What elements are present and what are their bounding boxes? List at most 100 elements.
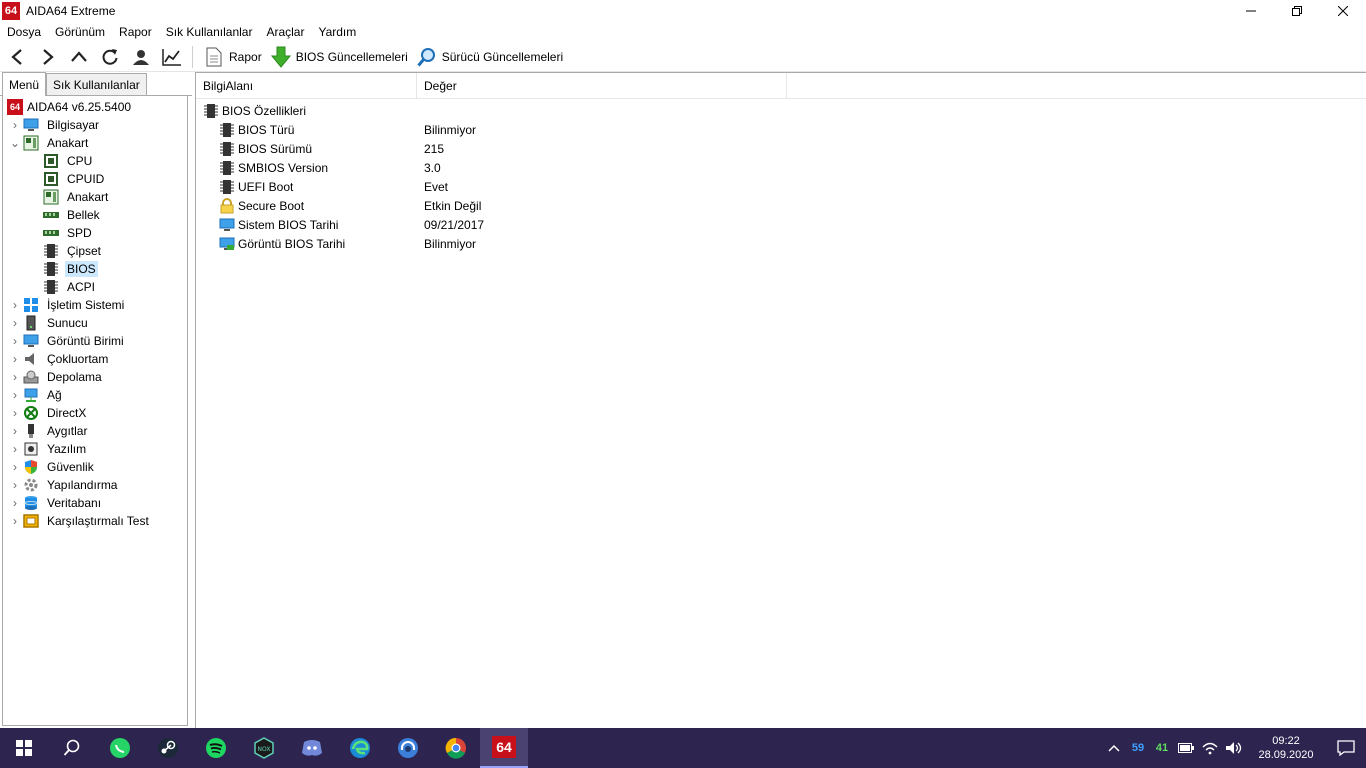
start-button[interactable] bbox=[0, 728, 48, 768]
tree-item-computer[interactable]: › Bilgisayar bbox=[3, 116, 187, 134]
notifications-button[interactable] bbox=[1326, 728, 1366, 768]
tree-item-network[interactable]: › Ağ bbox=[3, 386, 187, 404]
search-button[interactable] bbox=[48, 728, 96, 768]
menu-report[interactable]: Rapor bbox=[112, 25, 159, 39]
taskbar-nox[interactable]: NOX bbox=[240, 728, 288, 768]
collapse-chevron-icon[interactable]: ⌄ bbox=[7, 134, 23, 152]
tray-clock[interactable]: 09:22 28.09.2020 bbox=[1246, 734, 1326, 762]
column-header-field[interactable]: BilgiAlanı bbox=[196, 72, 417, 99]
taskbar-spotify[interactable] bbox=[192, 728, 240, 768]
expand-chevron-icon[interactable]: › bbox=[7, 476, 23, 494]
expand-chevron-icon[interactable]: › bbox=[7, 314, 23, 332]
tree-item-motherboard[interactable]: ⌄ Anakart bbox=[3, 134, 187, 152]
taskbar-edge[interactable] bbox=[336, 728, 384, 768]
tree-item-storage[interactable]: › Depolama bbox=[3, 368, 187, 386]
benchmark-button[interactable] bbox=[158, 43, 186, 71]
tray-wifi[interactable] bbox=[1198, 728, 1222, 768]
tree-item-label: Bilgisayar bbox=[47, 118, 100, 132]
back-button[interactable] bbox=[3, 43, 31, 71]
column-header-value[interactable]: Değer bbox=[417, 72, 787, 99]
document-icon bbox=[206, 47, 222, 66]
taskbar-discord[interactable] bbox=[288, 728, 336, 768]
tree-item-label: Görüntü Birimi bbox=[47, 334, 124, 348]
menu-file[interactable]: Dosya bbox=[0, 25, 48, 39]
menu-help[interactable]: Yardım bbox=[311, 25, 363, 39]
expand-chevron-icon[interactable]: › bbox=[7, 296, 23, 314]
show-hidden-icons-button[interactable] bbox=[1102, 728, 1126, 768]
motherboard-icon bbox=[23, 135, 39, 151]
restore-button[interactable] bbox=[1274, 0, 1320, 22]
tray-gpu-temp[interactable]: 41 bbox=[1150, 728, 1174, 768]
report-button[interactable]: Rapor bbox=[199, 43, 266, 71]
tree-item-security[interactable]: › Güvenlik bbox=[3, 458, 187, 476]
taskbar-whatsapp[interactable] bbox=[96, 728, 144, 768]
group-header[interactable]: BIOS Özellikleri bbox=[196, 101, 1366, 120]
expand-chevron-icon[interactable]: › bbox=[7, 422, 23, 440]
tray-volume[interactable] bbox=[1222, 728, 1246, 768]
table-row[interactable]: SMBIOS Version 3.0 bbox=[196, 158, 1366, 177]
table-row[interactable]: Sistem BIOS Tarihi 09/21/2017 bbox=[196, 215, 1366, 234]
tree-item-devices[interactable]: › Aygıtlar bbox=[3, 422, 187, 440]
tree-item-multimedia[interactable]: › Çokluortam bbox=[3, 350, 187, 368]
chevron-up-icon bbox=[71, 50, 87, 62]
taskbar-support-app[interactable] bbox=[384, 728, 432, 768]
tree-item-server[interactable]: › Sunucu bbox=[3, 314, 187, 332]
tree-root[interactable]: 64 AIDA64 v6.25.5400 bbox=[3, 98, 187, 116]
expand-chevron-icon[interactable]: › bbox=[7, 368, 23, 386]
table-row[interactable]: Görüntü BIOS Tarihi Bilinmiyor bbox=[196, 234, 1366, 253]
tab-menu[interactable]: Menü bbox=[2, 72, 47, 96]
table-row[interactable]: Secure Boot Etkin Değil bbox=[196, 196, 1366, 215]
tree-item-spd[interactable]: SPD bbox=[3, 224, 187, 242]
expand-chevron-icon[interactable]: › bbox=[7, 386, 23, 404]
bios-chip-icon bbox=[220, 141, 234, 156]
menu-view[interactable]: Görünüm bbox=[48, 25, 112, 39]
expand-chevron-icon[interactable]: › bbox=[7, 512, 23, 530]
expand-chevron-icon[interactable]: › bbox=[7, 494, 23, 512]
tree-item-cpuid[interactable]: CPUID bbox=[3, 170, 187, 188]
tree-item-motherboard-sub[interactable]: Anakart bbox=[3, 188, 187, 206]
close-button[interactable] bbox=[1320, 0, 1366, 22]
table-row[interactable]: BIOS Türü Bilinmiyor bbox=[196, 120, 1366, 139]
tree-item-display[interactable]: › Görüntü Birimi bbox=[3, 332, 187, 350]
tree-item-acpi[interactable]: ACPI bbox=[3, 278, 187, 296]
driver-update-button[interactable]: Sürücü Güncellemeleri bbox=[412, 43, 567, 71]
tray-cpu-temp[interactable]: 59 bbox=[1126, 728, 1150, 768]
user-button[interactable] bbox=[127, 43, 155, 71]
table-row[interactable]: UEFI Boot Evet bbox=[196, 177, 1366, 196]
expand-chevron-icon[interactable]: › bbox=[7, 404, 23, 422]
expand-chevron-icon[interactable]: › bbox=[7, 458, 23, 476]
bios-update-button[interactable]: BIOS Güncellemeleri bbox=[266, 43, 412, 71]
tree-item-benchmark[interactable]: › Karşılaştırmalı Test bbox=[3, 512, 187, 530]
expand-chevron-icon[interactable]: › bbox=[7, 350, 23, 368]
up-button[interactable] bbox=[65, 43, 93, 71]
refresh-button[interactable] bbox=[96, 43, 124, 71]
forward-button[interactable] bbox=[34, 43, 62, 71]
minimize-button[interactable] bbox=[1228, 0, 1274, 22]
tree-item-bios[interactable]: BIOS bbox=[3, 260, 187, 278]
row-value: Bilinmiyor bbox=[424, 122, 477, 137]
driver-update-label: Sürücü Güncellemeleri bbox=[441, 49, 564, 64]
tree-item-configuration[interactable]: › Yapılandırma bbox=[3, 476, 187, 494]
taskbar-steam[interactable] bbox=[144, 728, 192, 768]
report-button-label: Rapor bbox=[229, 49, 262, 64]
tree-item-cpu[interactable]: CPU bbox=[3, 152, 187, 170]
menu-tools[interactable]: Araçlar bbox=[259, 25, 311, 39]
expand-chevron-icon[interactable]: › bbox=[7, 332, 23, 350]
expand-chevron-icon[interactable]: › bbox=[7, 440, 23, 458]
menu-favorites[interactable]: Sık Kullanılanlar bbox=[159, 25, 260, 39]
expand-chevron-icon[interactable]: › bbox=[7, 116, 23, 134]
details-list: BIOS Özellikleri BIOS Türü Bilinmiyor BI… bbox=[196, 99, 1366, 253]
taskbar-chrome[interactable] bbox=[432, 728, 480, 768]
tree-item-directx[interactable]: › DirectX bbox=[3, 404, 187, 422]
tree-item-chipset[interactable]: Çipset bbox=[3, 242, 187, 260]
tree-item-database[interactable]: › Veritabanı bbox=[3, 494, 187, 512]
tree-item-os[interactable]: › İşletim Sistemi bbox=[3, 296, 187, 314]
row-value: Evet bbox=[424, 179, 449, 194]
taskbar-aida64[interactable]: 64 bbox=[480, 728, 528, 768]
table-row[interactable]: BIOS Sürümü 215 bbox=[196, 139, 1366, 158]
tree-item-software[interactable]: › Yazılım bbox=[3, 440, 187, 458]
tree-item-memory[interactable]: Bellek bbox=[3, 206, 187, 224]
steam-icon bbox=[158, 738, 178, 758]
tray-battery[interactable] bbox=[1174, 728, 1198, 768]
tab-favorites[interactable]: Sık Kullanılanlar bbox=[46, 73, 147, 95]
